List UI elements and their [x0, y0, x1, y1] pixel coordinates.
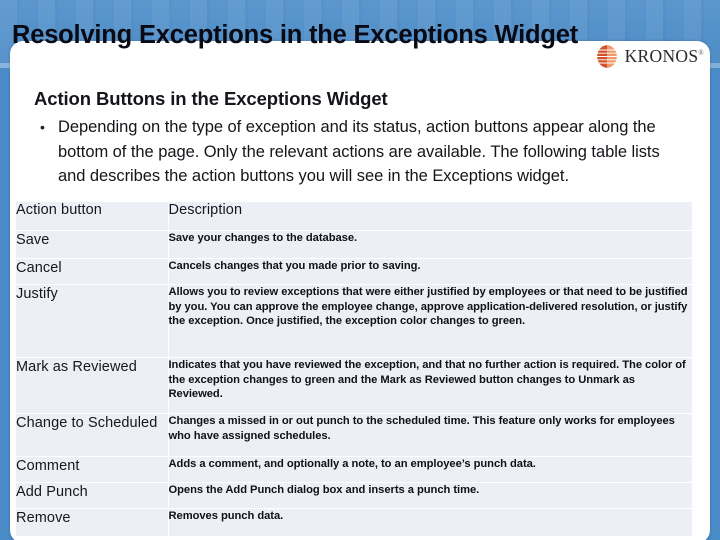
cell-action-remove: Remove [16, 508, 169, 537]
cell-action-save: Save [16, 230, 169, 259]
cell-description-add-punch: Opens the Add Punch dialog box and inser… [168, 482, 692, 509]
table-row: Add Punch Opens the Add Punch dialog box… [16, 482, 692, 509]
table-row: Mark as Reviewed Indicates that you have… [16, 357, 692, 414]
cell-action-justify: Justify [16, 284, 169, 358]
column-header-description: Description [168, 202, 692, 231]
bullet-text: Depending on the type of exception and i… [58, 118, 660, 185]
cell-action-cancel: Cancel [16, 258, 169, 285]
cell-description-mark-as-reviewed: Indicates that you have reviewed the exc… [168, 357, 692, 414]
table-row: Cancel Cancels changes that you made pri… [16, 258, 692, 285]
cell-description-justify: Allows you to review exceptions that wer… [168, 284, 692, 358]
table-row: Comment Adds a comment, and optionally a… [16, 456, 692, 483]
table-row: Justify Allows you to review exceptions … [16, 284, 692, 358]
cell-action-comment: Comment [16, 456, 169, 483]
kronos-trademark-symbol: ® [698, 48, 704, 57]
cell-action-mark-as-reviewed: Mark as Reviewed [16, 357, 169, 414]
cell-description-cancel: Cancels changes that you made prior to s… [168, 258, 692, 285]
slide-canvas: Resolving Exceptions in the Exceptions W… [0, 0, 720, 540]
cell-description-change-to-scheduled: Changes a missed in or out punch to the … [168, 413, 692, 457]
table-header-row: Action button Description [16, 202, 692, 231]
cell-action-change-to-scheduled: Change to Scheduled [16, 413, 169, 457]
cell-description-remove: Removes punch data. [168, 508, 692, 537]
table-row: Change to Scheduled Changes a missed in … [16, 413, 692, 457]
table-row: Save Save your changes to the database. [16, 230, 692, 259]
cell-description-save: Save your changes to the database. [168, 230, 692, 259]
content-panel: Action Buttons in the Exceptions Widget … [10, 41, 710, 540]
kronos-wordmark: KRONOS® [625, 47, 704, 66]
page-title: Resolving Exceptions in the Exceptions W… [12, 21, 579, 49]
action-buttons-table: Action button Description Save Save your… [16, 202, 692, 537]
cell-action-add-punch: Add Punch [16, 482, 169, 509]
table-row: Remove Removes punch data. [16, 508, 692, 537]
column-header-action-button: Action button [16, 202, 169, 231]
section-heading: Action Buttons in the Exceptions Widget [34, 88, 388, 109]
cell-description-comment: Adds a comment, and optionally a note, t… [168, 456, 692, 483]
bullet-marker-icon: • [40, 119, 45, 135]
bullet-list-item: • Depending on the type of exception and… [40, 115, 680, 189]
